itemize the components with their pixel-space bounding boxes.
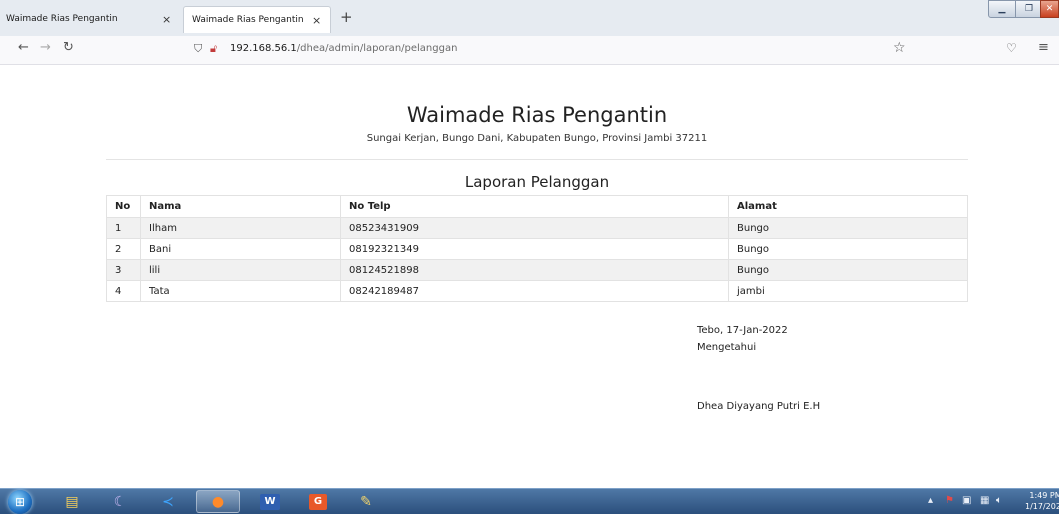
tab-active[interactable]: Waimade Rias Pengantin × [183,6,331,33]
table-header-row: No Nama No Telp Alamat [106,195,968,218]
signature-place-date: Tebo, 17-Jan-2022 [697,325,788,336]
tray-device-icon[interactable]: ▣ [962,495,971,506]
table-row: 3 lili 08124521898 Bungo [106,259,968,281]
cell-nama: Tata [140,280,341,302]
cell-alamat: Bungo [728,217,968,239]
cell-no: 1 [106,217,141,239]
reload-icon[interactable]: ↻ [63,40,74,55]
tray-flag-icon[interactable]: ⚑ [945,495,954,506]
paint-icon[interactable]: ✎ [344,490,388,513]
cell-telp: 08242189487 [340,280,729,302]
cell-telp: 08124521898 [340,259,729,281]
tab-close-icon[interactable]: × [162,13,171,26]
report-page: Waimade Rias Pengantin Sungai Kerjan, Bu… [0,65,1059,488]
url-host: 192.168.56.1 [230,43,297,54]
tracking-shield-icon[interactable]: ⛉ [194,42,202,56]
column-header-alamat: Alamat [728,195,968,218]
network-icon[interactable]: ▦ [980,495,989,506]
star-icon[interactable]: ☆ [893,40,906,56]
vscode-icon[interactable]: ≺ [146,490,190,513]
cell-alamat: Bungo [728,259,968,281]
window-maximize-button[interactable]: ❐ [1015,0,1043,18]
tab-label: Waimade Rias Pengantin [192,15,304,25]
browser-tab-bar: Waimade Rias Pengantin × Waimade Rias Pe… [0,0,1059,36]
url-bar[interactable]: 192.168.56.1/dhea/admin/laporan/pelangga… [230,43,457,54]
start-orb-icon[interactable]: ⊞ [8,490,32,514]
cell-telp: 08192321349 [340,238,729,260]
app-g-icon[interactable]: G [296,490,340,513]
signature-name: Dhea Diyayang Putri E.H [697,401,821,412]
app-icon[interactable]: ☾ [98,490,142,513]
tab-close-icon[interactable]: × [312,14,321,27]
table-row: 4 Tata 08242189487 jambi [106,280,968,302]
taskbar: ⊞ ▤ ☾ ≺ ● W G ✎ ▴ ⚑ ▣ ▦ 🔈︎ 1:49 PM 1/17/… [0,488,1059,514]
file-explorer-icon[interactable]: ▤ [50,490,94,513]
window-minimize-button[interactable]: ▁ [988,0,1016,18]
forward-arrow-icon[interactable]: → [40,40,51,55]
cell-alamat: jambi [728,280,968,302]
taskbar-clock[interactable]: 1:49 PM 1/17/2022 [1025,490,1059,512]
column-header-telp: No Telp [340,195,729,218]
cell-nama: Ilham [140,217,341,239]
insecure-lock-icon[interactable]: 🔓︎ [210,42,217,56]
cell-nama: Bani [140,238,341,260]
divider [106,159,968,160]
cell-nama: lili [140,259,341,281]
url-path: /dhea/admin/laporan/pelanggan [296,43,458,54]
cell-no: 2 [106,238,141,260]
cell-no: 3 [106,259,141,281]
table-row: 2 Bani 08192321349 Bungo [106,238,968,260]
tab-label: Waimade Rias Pengantin [6,14,118,24]
shop-name: Waimade Rias Pengantin [406,103,668,127]
new-tab-icon[interactable]: + [340,8,353,26]
hamburger-menu-icon[interactable]: ≡ [1038,40,1049,55]
tab-inactive[interactable]: Waimade Rias Pengantin × [0,6,180,32]
word-icon[interactable]: W [248,490,292,513]
column-header-no: No [106,195,141,218]
cell-telp: 08523431909 [340,217,729,239]
cell-no: 4 [106,280,141,302]
table-row: 1 Ilham 08523431909 Bungo [106,217,968,239]
window-close-button[interactable]: ✕ [1040,0,1059,18]
signature-acknowledged: Mengetahui [697,342,757,353]
shop-address: Sungai Kerjan, Bungo Dani, Kabupaten Bun… [366,133,708,144]
browser-nav-bar: ← → ↻ ⛉ 🔓︎ 192.168.56.1/dhea/admin/lapor… [0,36,1059,65]
firefox-icon[interactable]: ● [196,490,240,513]
back-arrow-icon[interactable]: ← [18,40,29,55]
clock-date: 1/17/2022 [1025,502,1059,511]
report-title: Laporan Pelanggan [464,173,610,191]
clock-time: 1:49 PM [1029,491,1059,500]
column-header-nama: Nama [140,195,341,218]
pocket-icon[interactable]: ♡ [1006,41,1017,55]
customer-table: No Nama No Telp Alamat 1 Ilham 085234319… [106,195,968,302]
cell-alamat: Bungo [728,238,968,260]
tray-expand-icon[interactable]: ▴ [928,495,933,506]
volume-icon[interactable]: 🔈︎ [996,495,1002,506]
